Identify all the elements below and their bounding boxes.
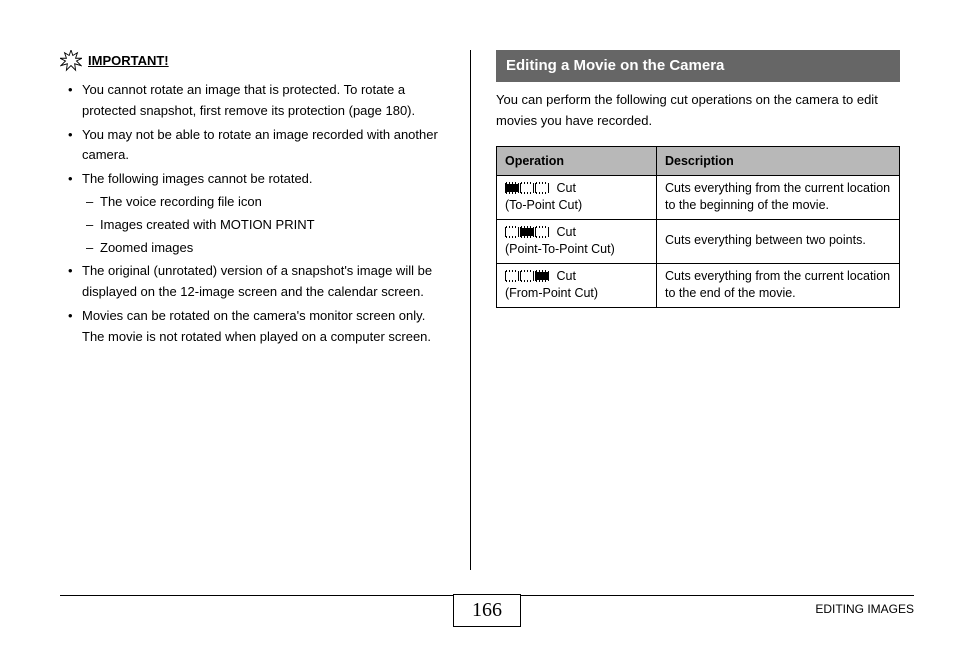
table-row: Cut (To-Point Cut) Cuts everything from … (497, 175, 900, 219)
op-label: Cut (556, 181, 575, 195)
table-row: Cut (From-Point Cut) Cuts everything fro… (497, 263, 900, 307)
op-cell: Cut (To-Point Cut) (497, 175, 657, 219)
op-sublabel: (From-Point Cut) (505, 286, 598, 300)
list-item: The original (unrotated) version of a sn… (82, 261, 450, 303)
important-label: IMPORTANT! (88, 51, 169, 72)
left-column: IMPORTANT! You cannot rotate an image th… (60, 50, 470, 570)
list-item: Images created with MOTION PRINT (100, 215, 450, 236)
desc-cell: Cuts everything from the current locatio… (657, 263, 900, 307)
list-item: You cannot rotate an image that is prote… (82, 80, 450, 122)
section-intro: You can perform the following cut operat… (496, 90, 900, 132)
list-item: Zoomed images (100, 238, 450, 259)
list-item: The voice recording file icon (100, 192, 450, 213)
right-column: Editing a Movie on the Camera You can pe… (470, 50, 900, 570)
list-item: You may not be able to rotate an image r… (82, 125, 450, 167)
op-cell: Cut (From-Point Cut) (497, 263, 657, 307)
filmstrip-icon (505, 183, 549, 193)
op-label: Cut (556, 269, 575, 283)
op-sublabel: (Point-To-Point Cut) (505, 242, 615, 256)
table-row: Cut (Point-To-Point Cut) Cuts everything… (497, 219, 900, 263)
op-sublabel: (To-Point Cut) (505, 198, 582, 212)
table-header-row: Operation Description (497, 146, 900, 175)
manual-page: IMPORTANT! You cannot rotate an image th… (0, 0, 954, 646)
th-operation: Operation (497, 146, 657, 175)
footer-section-label: EDITING IMAGES (815, 602, 914, 616)
list-item: Movies can be rotated on the camera's mo… (82, 306, 450, 348)
op-cell: Cut (Point-To-Point Cut) (497, 219, 657, 263)
sub-list: The voice recording file icon Images cre… (82, 192, 450, 258)
content-columns: IMPORTANT! You cannot rotate an image th… (60, 50, 914, 570)
th-description: Description (657, 146, 900, 175)
page-number: 166 (453, 594, 521, 627)
burst-icon (60, 50, 82, 72)
page-footer: 166 EDITING IMAGES (60, 595, 914, 616)
filmstrip-icon (505, 227, 549, 237)
op-label: Cut (556, 225, 575, 239)
filmstrip-icon (505, 271, 549, 281)
desc-cell: Cuts everything between two points. (657, 219, 900, 263)
important-header: IMPORTANT! (60, 50, 450, 72)
list-item: The following images cannot be rotated. … (82, 169, 450, 258)
operations-table: Operation Description Cut (To-Point Cut)… (496, 146, 900, 308)
important-list: You cannot rotate an image that is prote… (60, 80, 450, 348)
section-title: Editing a Movie on the Camera (496, 50, 900, 82)
desc-cell: Cuts everything from the current locatio… (657, 175, 900, 219)
